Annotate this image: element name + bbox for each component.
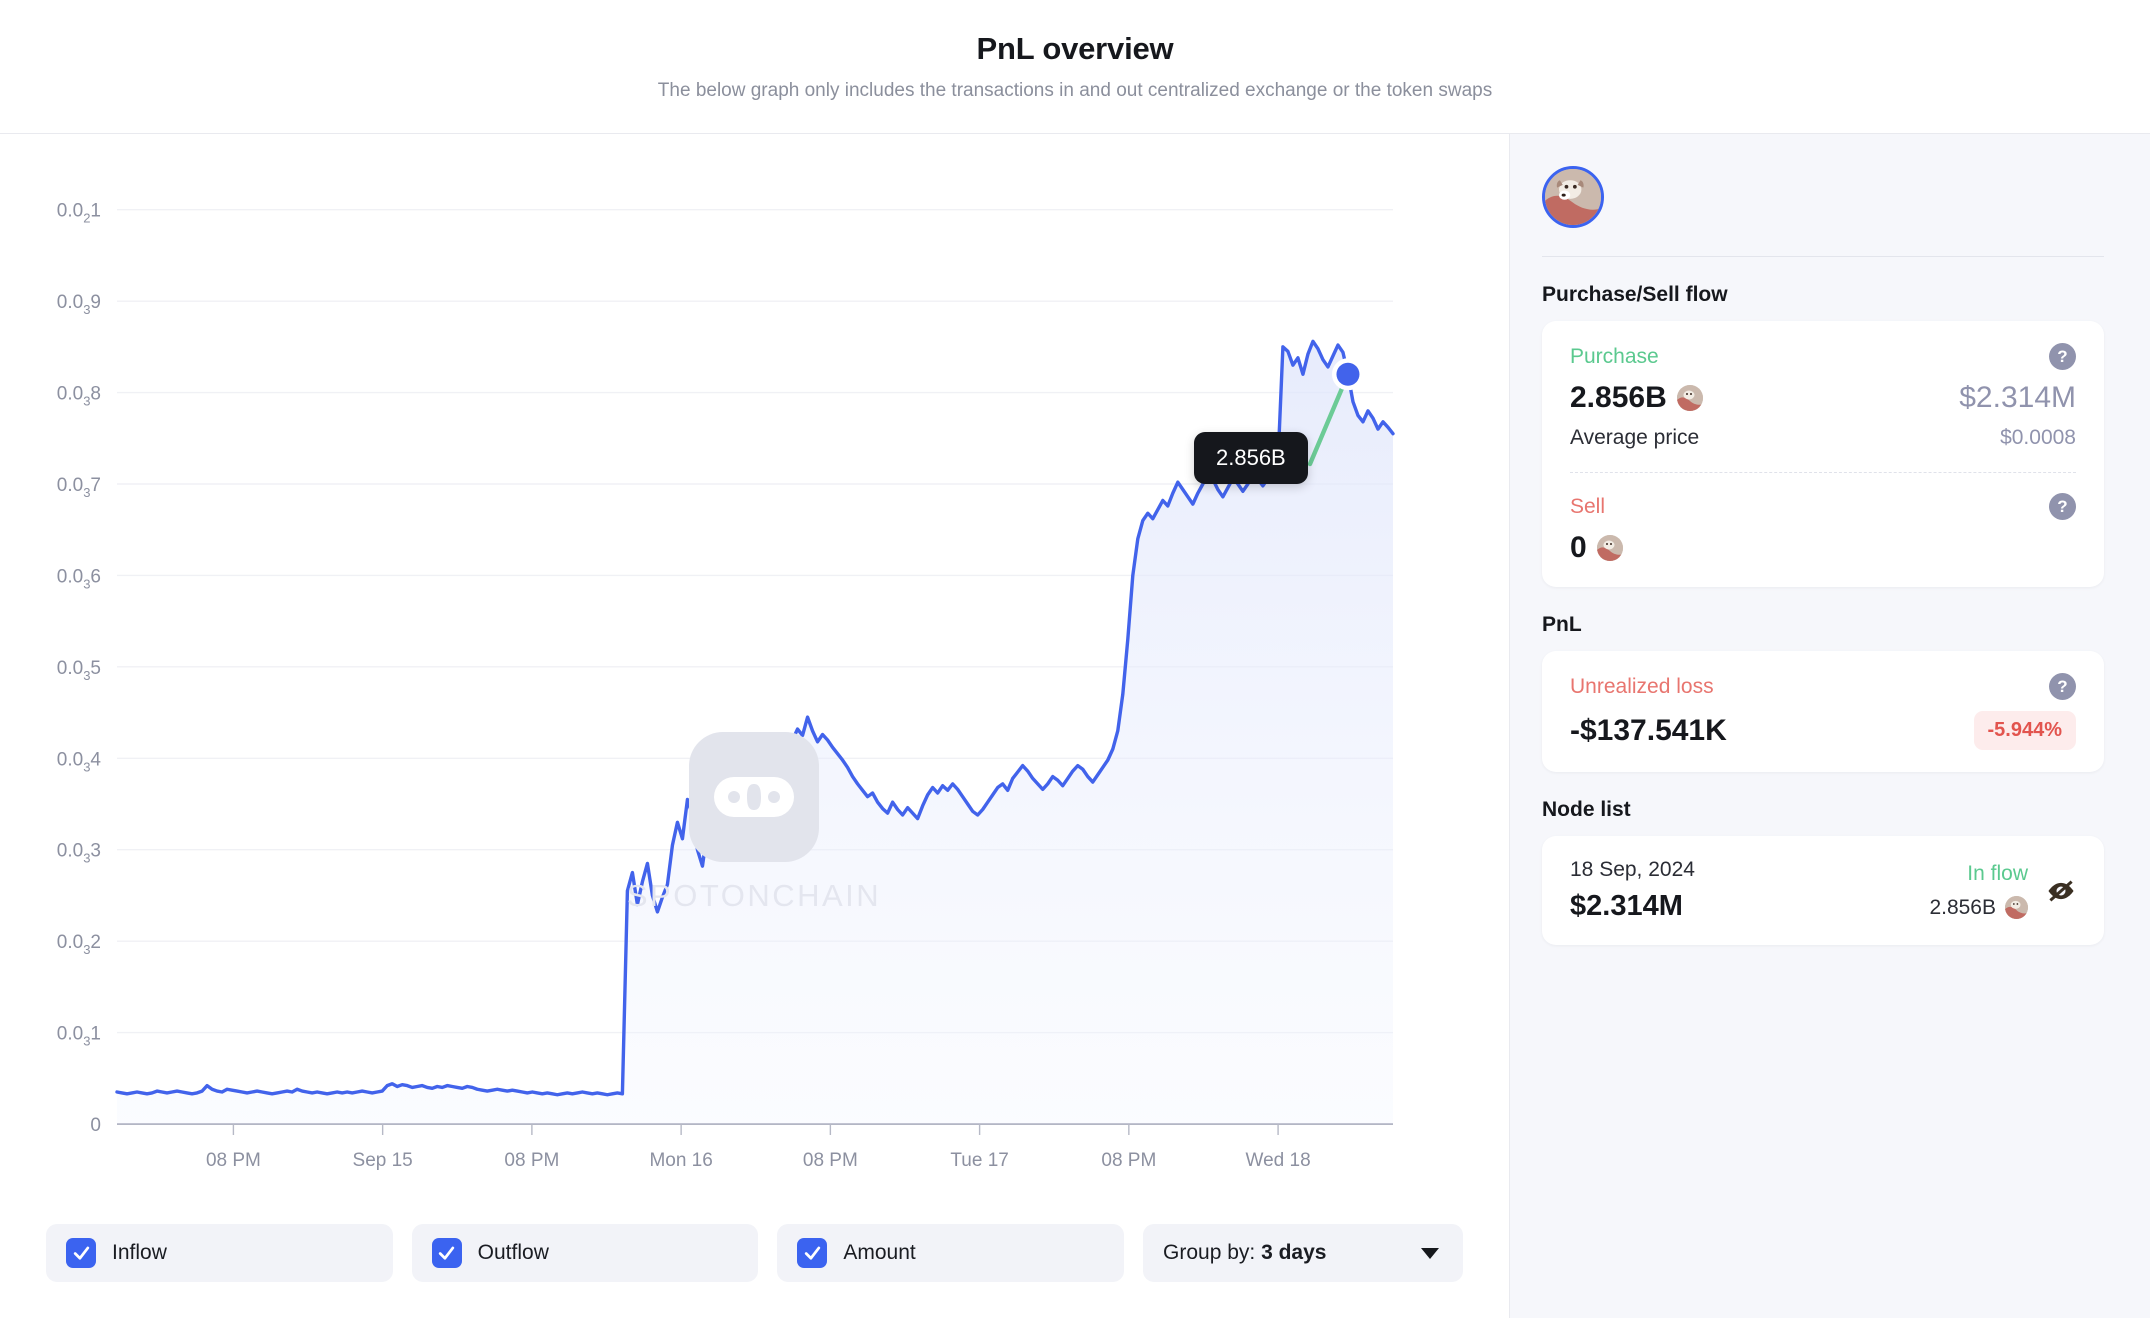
purchase-header-row: Purchase ? <box>1570 343 2076 370</box>
svg-text:Tue 17: Tue 17 <box>950 1150 1008 1171</box>
token-avatar-icon <box>1676 385 1703 411</box>
purchase-amount-group: 2.856B <box>1570 381 1703 415</box>
token-avatar-icon <box>1596 535 1623 561</box>
toggle-amount[interactable]: Amount <box>777 1224 1125 1282</box>
pnl-area-chart[interactable]: 0.021 0.039 0.038 0.037 0.036 0.035 0.034 0.033… <box>0 134 1509 1210</box>
group-by-prefix: Group by: <box>1163 1241 1256 1264</box>
pnl-header-row: Unrealized loss ? <box>1570 673 2076 700</box>
sell-amount-row: 0 <box>1570 531 2076 565</box>
sell-amount: 0 <box>1570 531 1587 564</box>
svg-text:Wed 18: Wed 18 <box>1246 1150 1311 1171</box>
svg-text:0.032: 0.032 <box>57 932 101 957</box>
sell-label: Sell <box>1570 494 1606 518</box>
average-price-label: Average price <box>1570 426 1700 449</box>
group-by-dropdown[interactable]: Group by: 3 days <box>1143 1224 1464 1282</box>
pnl-value-row: -$137.541K -5.944% <box>1570 711 2076 750</box>
amount-label: Amount <box>843 1241 916 1264</box>
pnl-help-icon[interactable]: ? <box>2049 673 2076 700</box>
page-subtitle: The below graph only includes the transa… <box>657 80 1493 101</box>
chart-controls: Inflow Outflow Amount Group by: 3 days <box>0 1210 1509 1318</box>
average-price-row: Average price $0.0008 <box>1570 426 2076 450</box>
node-row: 18 Sep, 2024 $2.314M In flow 2.856B <box>1570 858 2076 923</box>
node-list-item[interactable]: 18 Sep, 2024 $2.314M In flow 2.856B <box>1542 836 2104 945</box>
purchase-usd: $2.314M <box>1959 381 2076 414</box>
chart-tooltip: 2.856B <box>1194 432 1308 484</box>
card-dotted-divider <box>1570 472 2076 473</box>
group-by-text: Group by: 3 days <box>1163 1241 1326 1265</box>
svg-text:0: 0 <box>90 1115 101 1136</box>
unrealized-loss-value: -$137.541K <box>1570 713 1727 747</box>
sidebar-divider <box>1542 256 2104 257</box>
toggle-inflow[interactable]: Inflow <box>46 1224 393 1282</box>
svg-text:0.036: 0.036 <box>57 566 101 591</box>
inflow-label: Inflow <box>112 1241 167 1264</box>
purchase-sell-card: Purchase ? 2.856B $2.314M Average price … <box>1542 321 2104 587</box>
node-date: 18 Sep, 2024 <box>1570 858 1695 881</box>
svg-text:0.037: 0.037 <box>57 475 101 500</box>
svg-text:08 PM: 08 PM <box>1101 1150 1156 1171</box>
purchase-label: Purchase <box>1570 344 1659 368</box>
page-title: PnL overview <box>976 31 1174 66</box>
chevron-down-icon[interactable] <box>1421 1247 1440 1259</box>
sell-header-row: Sell ? <box>1570 493 2076 520</box>
svg-text:Sep 15: Sep 15 <box>353 1150 413 1171</box>
eye-off-icon[interactable] <box>2046 876 2076 906</box>
svg-text:0.038: 0.038 <box>57 384 101 409</box>
unrealized-loss-label: Unrealized loss <box>1570 674 1714 698</box>
page-body: 0.021 0.039 0.038 0.037 0.036 0.035 0.034 0.033… <box>0 134 2150 1318</box>
toggle-outflow[interactable]: Outflow <box>411 1224 759 1282</box>
node-quantity: 2.856B <box>1929 895 1996 919</box>
average-price-value: $0.0008 <box>2000 426 2076 449</box>
checkbox-outflow[interactable] <box>431 1238 462 1268</box>
token-avatar-icon <box>2005 896 2028 919</box>
group-by-value: 3 days <box>1261 1241 1327 1264</box>
node-right: In flow 2.856B <box>1929 862 2076 920</box>
svg-text:0.033: 0.033 <box>57 841 101 866</box>
node-left: 18 Sep, 2024 $2.314M <box>1570 858 1695 923</box>
node-flow-col: In flow 2.856B <box>1929 862 2028 920</box>
dog-avatar[interactable] <box>1542 166 1604 228</box>
pnl-card: Unrealized loss ? -$137.541K -5.944% <box>1542 651 2104 772</box>
purchase-amount-row: 2.856B $2.314M <box>1570 381 2076 415</box>
pnl-section-title: PnL <box>1542 613 1582 636</box>
purchase-sell-section-title: Purchase/Sell flow <box>1542 283 1728 306</box>
node-quantity-group: 2.856B <box>1929 896 2028 920</box>
svg-text:08 PM: 08 PM <box>803 1150 858 1171</box>
svg-text:0.034: 0.034 <box>57 749 102 774</box>
purchase-amount: 2.856B <box>1570 381 1667 414</box>
sell-help-icon[interactable]: ? <box>2049 493 2076 520</box>
svg-text:0.021: 0.021 <box>57 201 101 226</box>
pnl-overview-page: PnL overview The below graph only includ… <box>0 0 2150 1318</box>
node-list-section-title: Node list <box>1542 798 1631 821</box>
svg-text:0.035: 0.035 <box>57 658 101 683</box>
details-sidebar: Purchase/Sell flow Purchase ? 2.856B $2.… <box>1509 134 2150 1318</box>
outflow-label: Outflow <box>477 1241 549 1264</box>
page-header: PnL overview The below graph only includ… <box>0 0 2150 134</box>
sell-amount-group: 0 <box>1570 531 1623 565</box>
svg-text:08 PM: 08 PM <box>504 1150 559 1171</box>
checkbox-amount[interactable] <box>797 1238 828 1268</box>
purchase-help-icon[interactable]: ? <box>2049 343 2076 370</box>
svg-text:0.031: 0.031 <box>57 1024 101 1049</box>
svg-text:Mon 16: Mon 16 <box>649 1150 712 1171</box>
chart-column: 0.021 0.039 0.038 0.037 0.036 0.035 0.034 0.033… <box>0 134 1509 1318</box>
pnl-percent-badge: -5.944% <box>1973 711 2076 750</box>
svg-text:0.039: 0.039 <box>57 292 101 317</box>
node-flow-label: In flow <box>1967 861 2028 885</box>
svg-text:08 PM: 08 PM <box>206 1150 261 1171</box>
chart-area[interactable]: 0.021 0.039 0.038 0.037 0.036 0.035 0.034 0.033… <box>0 134 1509 1210</box>
checkbox-inflow[interactable] <box>66 1238 96 1268</box>
node-usd: $2.314M <box>1570 890 1683 922</box>
